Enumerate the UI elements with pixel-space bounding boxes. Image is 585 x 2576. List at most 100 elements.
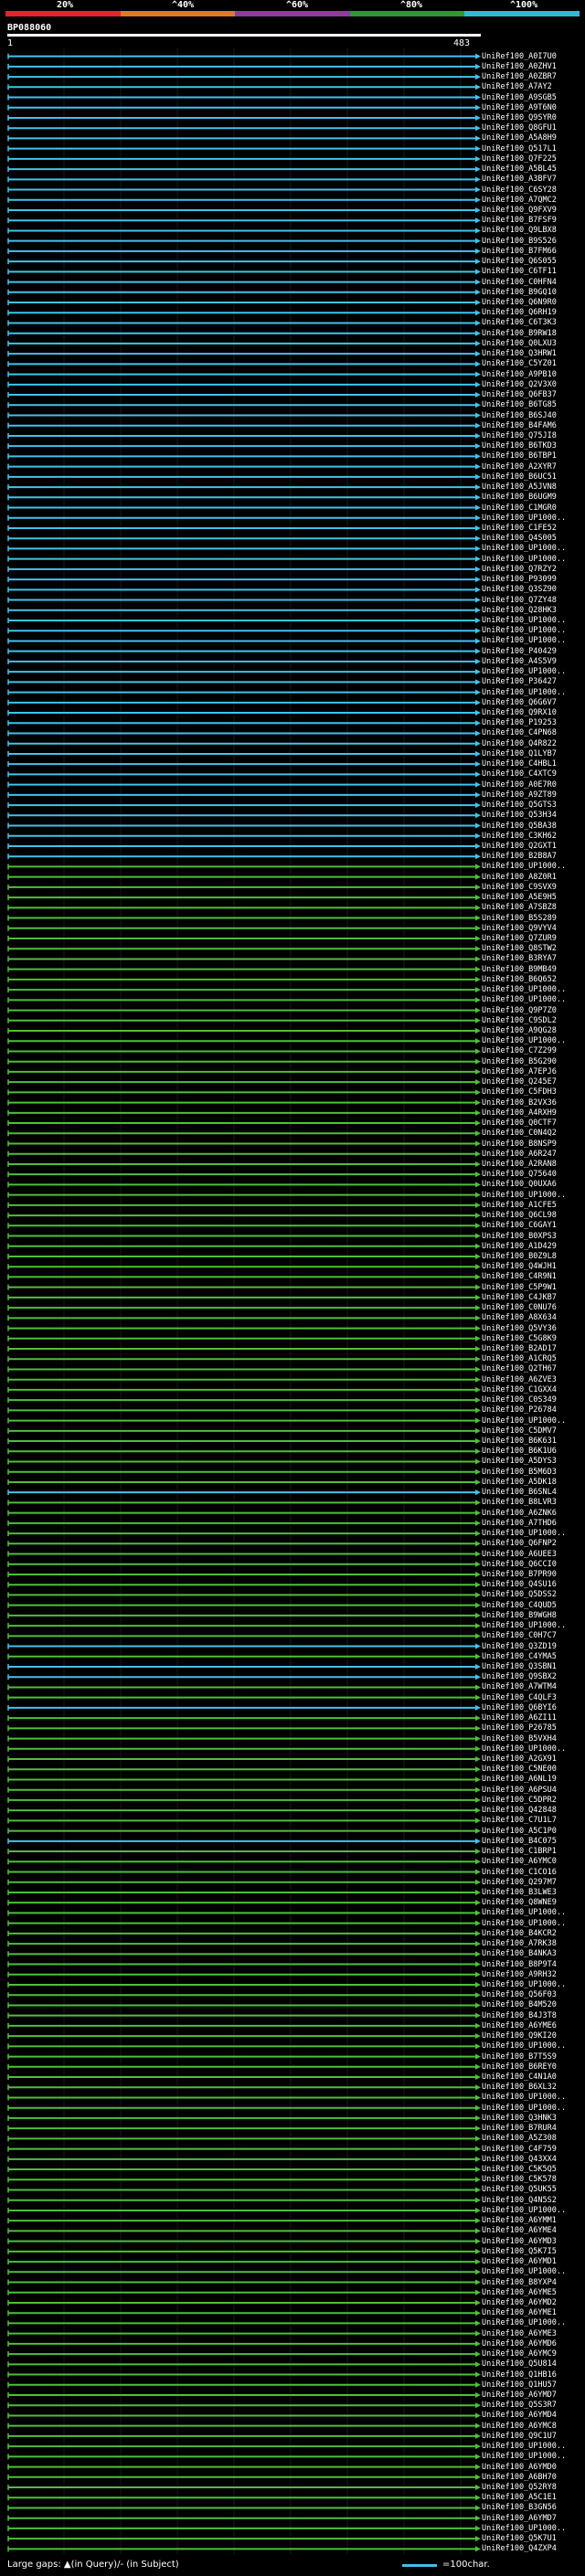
hit-label[interactable]: UniRef100_B4M520 xyxy=(482,2000,557,2009)
hit-label[interactable]: UniRef100_A4S5V9 xyxy=(482,657,557,666)
hit-label[interactable]: UniRef100_Q42848 xyxy=(482,1806,557,1815)
hit-label[interactable]: UniRef100_A6ZI11 xyxy=(482,1713,557,1723)
hit-label[interactable]: UniRef100_Q6FB37 xyxy=(482,390,557,399)
hit-label[interactable]: UniRef100_A7AY2 xyxy=(482,82,552,91)
hit-label[interactable]: UniRef100_Q2V3X0 xyxy=(482,380,557,389)
hit-label[interactable]: UniRef100_A6YMD3 xyxy=(482,2237,557,2246)
hit-label[interactable]: UniRef100_Q9FXV9 xyxy=(482,206,557,215)
hit-label[interactable]: UniRef100_B7PR90 xyxy=(482,1570,557,1579)
hit-label[interactable]: UniRef100_C5G8K9 xyxy=(482,1334,557,1343)
hit-label[interactable]: UniRef100_Q75640 xyxy=(482,1170,557,1179)
hit-label[interactable]: UniRef100_C9SVX9 xyxy=(482,883,557,892)
hit-label[interactable]: UniRef100_B8P9T4 xyxy=(482,1960,557,1969)
hit-label[interactable]: UniRef100_UP1000.. xyxy=(482,985,566,994)
hit-label[interactable]: UniRef100_B9MB49 xyxy=(482,965,557,974)
hit-label[interactable]: UniRef100_Q0CTF7 xyxy=(482,1118,557,1128)
hit-label[interactable]: UniRef100_C6TF11 xyxy=(482,267,557,276)
hit-label[interactable]: UniRef100_C5DMV7 xyxy=(482,1426,557,1436)
hit-label[interactable]: UniRef100_Q5GTS3 xyxy=(482,800,557,810)
hit-label[interactable]: UniRef100_UP1000.. xyxy=(482,1416,566,1426)
hit-label[interactable]: UniRef100_A6NL19 xyxy=(482,1775,557,1784)
hit-label[interactable]: UniRef100_B5G290 xyxy=(482,1057,557,1066)
hit-label[interactable]: UniRef100_Q3SZ90 xyxy=(482,585,557,594)
hit-label[interactable]: UniRef100_A9T6N0 xyxy=(482,103,557,112)
hit-label[interactable]: UniRef100_A9ZT89 xyxy=(482,790,557,800)
hit-label[interactable]: UniRef100_A7THD6 xyxy=(482,1519,557,1528)
hit-label[interactable]: UniRef100_Q4R822 xyxy=(482,739,557,748)
hit-label[interactable]: UniRef100_C0H7C7 xyxy=(482,1631,557,1640)
hit-label[interactable]: UniRef100_A7RK38 xyxy=(482,1939,557,1948)
hit-label[interactable]: UniRef100_B6UC51 xyxy=(482,472,557,482)
hit-label[interactable]: UniRef100_A6YMC9 xyxy=(482,2349,557,2359)
hit-label[interactable]: UniRef100_UP1000.. xyxy=(482,1908,566,1917)
hit-label[interactable]: UniRef100_P26785 xyxy=(482,1723,557,1733)
hit-label[interactable]: UniRef100_P93099 xyxy=(482,575,557,584)
hit-label[interactable]: UniRef100_B0XPS3 xyxy=(482,1232,557,1241)
hit-label[interactable]: UniRef100_UP1000.. xyxy=(482,555,566,564)
hit-label[interactable]: UniRef100_Q7F225 xyxy=(482,154,557,164)
hit-label[interactable]: UniRef100_A6YMD2 xyxy=(482,2298,557,2307)
hit-label[interactable]: UniRef100_Q3HRW1 xyxy=(482,349,557,358)
hit-label[interactable]: UniRef100_A9RH32 xyxy=(482,1970,557,1979)
hit-label[interactable]: UniRef100_A5DYS3 xyxy=(482,1457,557,1466)
hit-label[interactable]: UniRef100_B3LWE3 xyxy=(482,1888,557,1897)
hit-label[interactable]: UniRef100_A0ZBR7 xyxy=(482,72,557,81)
hit-label[interactable]: UniRef100_A5DK18 xyxy=(482,1478,557,1487)
hit-label[interactable]: UniRef100_A6R247 xyxy=(482,1150,557,1159)
hit-label[interactable]: UniRef100_A6YME6 xyxy=(482,2021,557,2030)
hit-label[interactable]: UniRef100_UP1000.. xyxy=(482,862,566,871)
hit-label[interactable]: UniRef100_B5VXH4 xyxy=(482,1734,557,1744)
hit-label[interactable]: UniRef100_C3KH62 xyxy=(482,832,557,841)
hit-label[interactable]: UniRef100_UP1000.. xyxy=(482,1191,566,1200)
hit-label[interactable]: UniRef100_B6K1U6 xyxy=(482,1447,557,1456)
hit-label[interactable]: UniRef100_Q9LBX8 xyxy=(482,226,557,235)
hit-label[interactable]: UniRef100_UP1000.. xyxy=(482,2318,566,2327)
hit-label[interactable]: UniRef100_A6YMM1 xyxy=(482,2216,557,2225)
hit-label[interactable]: UniRef100_C5DPR2 xyxy=(482,1796,557,1805)
hit-label[interactable]: UniRef100_A6YMD7 xyxy=(482,2514,557,2523)
hit-label[interactable]: UniRef100_A1CRQ5 xyxy=(482,1354,557,1363)
hit-label[interactable]: UniRef100_A5BL45 xyxy=(482,164,557,174)
hit-label[interactable]: UniRef100_UP1000.. xyxy=(482,688,566,697)
hit-label[interactable]: UniRef100_A8Z0R1 xyxy=(482,873,557,882)
hit-label[interactable]: UniRef100_C5FDH3 xyxy=(482,1087,557,1097)
hit-label[interactable]: UniRef100_UP1000.. xyxy=(482,1036,566,1045)
hit-label[interactable]: UniRef100_P40429 xyxy=(482,647,557,656)
hit-label[interactable]: UniRef100_A9QG28 xyxy=(482,1026,557,1035)
hit-label[interactable]: UniRef100_Q517L1 xyxy=(482,144,557,154)
hit-label[interactable]: UniRef100_Q9C1U7 xyxy=(482,2432,557,2441)
hit-label[interactable]: UniRef100_Q8GFU1 xyxy=(482,123,557,133)
hit-label[interactable]: UniRef100_Q9SYR0 xyxy=(482,113,557,122)
hit-label[interactable]: UniRef100_B6SNL4 xyxy=(482,1488,557,1497)
hit-label[interactable]: UniRef100_Q56F03 xyxy=(482,1990,557,1999)
hit-label[interactable]: UniRef100_C0NU76 xyxy=(482,1303,557,1312)
hit-label[interactable]: UniRef100_A2GX91 xyxy=(482,1754,557,1764)
hit-label[interactable]: UniRef100_B4J3T8 xyxy=(482,2011,557,2020)
hit-label[interactable]: UniRef100_A6ZNK6 xyxy=(482,1509,557,1518)
hit-label[interactable]: UniRef100_C4HBL1 xyxy=(482,759,557,769)
hit-label[interactable]: UniRef100_UP1000.. xyxy=(482,667,566,676)
hit-label[interactable]: UniRef100_C9SDL2 xyxy=(482,1016,557,1025)
hit-label[interactable]: UniRef100_Q6BYI6 xyxy=(482,1703,557,1712)
hit-label[interactable]: UniRef100_C6SY28 xyxy=(482,186,557,195)
hit-label[interactable]: UniRef100_B4FAM6 xyxy=(482,421,557,430)
hit-label[interactable]: UniRef100_Q0LXU3 xyxy=(482,339,557,348)
hit-label[interactable]: UniRef100_Q2TH67 xyxy=(482,1364,557,1373)
hit-label[interactable]: UniRef100_A2XYR7 xyxy=(482,462,557,472)
hit-label[interactable]: UniRef100_Q53H34 xyxy=(482,811,557,820)
hit-label[interactable]: UniRef100_Q52RY8 xyxy=(482,2483,557,2492)
hit-label[interactable]: UniRef100_Q3HNK3 xyxy=(482,2114,557,2123)
hit-label[interactable]: UniRef100_C5P9W1 xyxy=(482,1283,557,1292)
hit-label[interactable]: UniRef100_Q28HK3 xyxy=(482,606,557,615)
hit-label[interactable]: UniRef100_Q4WJH1 xyxy=(482,1262,557,1271)
hit-label[interactable]: UniRef100_UP1000.. xyxy=(482,1744,566,1754)
hit-label[interactable]: UniRef100_A5E9H5 xyxy=(482,893,557,902)
hit-label[interactable]: UniRef100_Q6S055 xyxy=(482,257,557,266)
hit-label[interactable]: UniRef100_C4YMA5 xyxy=(482,1652,557,1661)
hit-label[interactable]: UniRef100_B9GQ10 xyxy=(482,288,557,297)
hit-label[interactable]: UniRef100_Q4ZXP4 xyxy=(482,2544,557,2553)
hit-label[interactable]: UniRef100_B7RUR4 xyxy=(482,2124,557,2133)
hit-label[interactable]: UniRef100_B2B8A7 xyxy=(482,852,557,861)
hit-label[interactable]: UniRef100_C5K5Q5 xyxy=(482,2165,557,2174)
hit-label[interactable]: UniRef100_UP1000.. xyxy=(482,1980,566,1989)
